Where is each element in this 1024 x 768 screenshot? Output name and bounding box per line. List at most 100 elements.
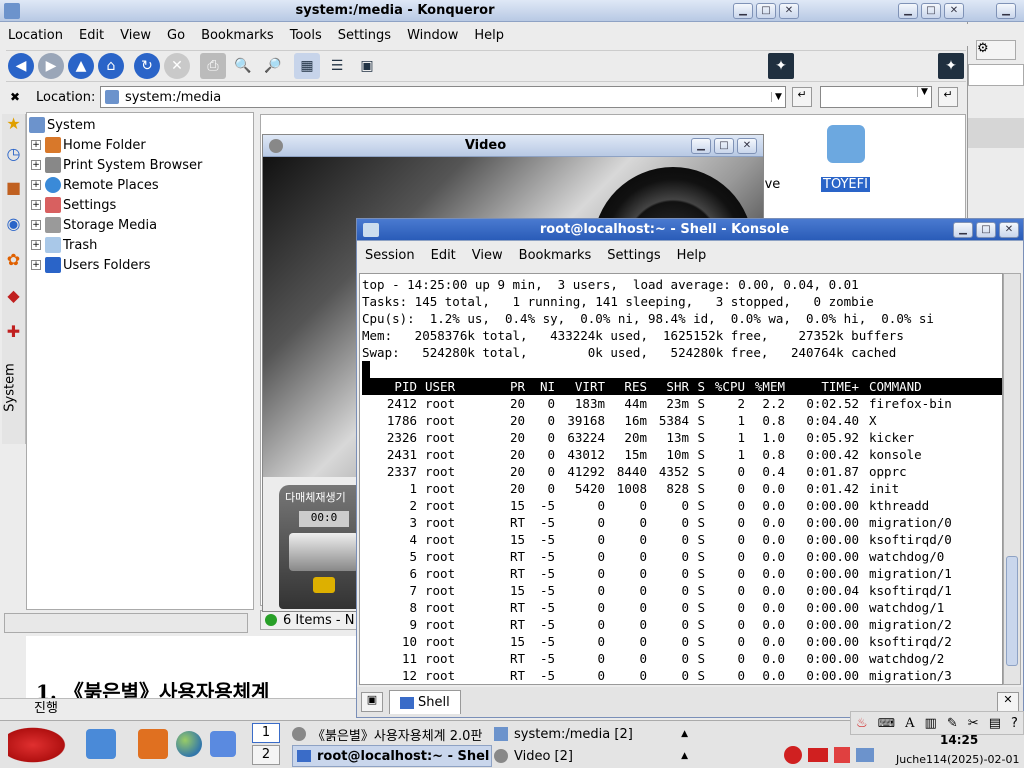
konqueror-titlebar[interactable]: system:/media - Konqueror ▁ □ ✕ ▁ □ ✕ (0, 0, 968, 22)
menu-help[interactable]: Help (466, 28, 512, 43)
forward-icon[interactable]: ▶ (38, 53, 64, 79)
fire-icon[interactable]: ♨ (856, 716, 868, 731)
usb-drive-icon[interactable] (827, 125, 865, 163)
menu-tools[interactable]: Tools (282, 28, 330, 43)
maximize-button[interactable]: □ (756, 2, 776, 19)
sidebar-tab-system[interactable]: System (2, 358, 25, 418)
reload-icon[interactable]: ↻ (134, 53, 160, 79)
alert-tray-icon[interactable] (834, 747, 850, 763)
tab-shell[interactable]: Shell (389, 690, 461, 714)
menu-edit[interactable]: Edit (423, 248, 464, 263)
history-tab-icon[interactable]: ◷ (2, 144, 25, 178)
detail-view-icon[interactable]: ☰ (324, 53, 350, 79)
zoom-out-icon[interactable]: 🔎 (260, 53, 286, 79)
tree-item-storage-media[interactable]: + Storage Media (27, 215, 253, 235)
tree-item-users-folders[interactable]: + Users Folders (27, 255, 253, 275)
expand-icon[interactable]: + (31, 220, 41, 230)
network-tab-icon[interactable]: ◉ (2, 214, 25, 250)
location-dropdown-icon[interactable]: ▼ (771, 92, 785, 102)
location-dropdown-icon-2[interactable]: ▼ (917, 87, 931, 97)
close-button[interactable]: ✕ (737, 137, 757, 154)
text-icon[interactable]: A (905, 716, 914, 731)
task-group-arrow-icon[interactable]: ▲ (681, 751, 688, 761)
menu-go[interactable]: Go (159, 28, 193, 43)
stop-icon[interactable]: ✕ (164, 53, 190, 79)
task-document[interactable]: 《붉은별》사용자용체계 2.0판 (292, 723, 492, 745)
task-video[interactable]: Video [2] ▲ (494, 745, 688, 767)
menu-bookmarks[interactable]: Bookmarks (511, 248, 600, 263)
menu-bookmarks[interactable]: Bookmarks (193, 28, 282, 43)
tree-item-settings[interactable]: + Settings (27, 195, 253, 215)
trash-tab-icon[interactable]: ✚ (2, 322, 25, 358)
maximize-button[interactable]: □ (714, 137, 734, 154)
menu-session[interactable]: Session (357, 248, 423, 263)
network-tray-icon[interactable] (784, 746, 802, 764)
menu-settings[interactable]: Settings (330, 28, 399, 43)
office-launcher-icon[interactable] (138, 729, 168, 759)
desktop-2-button[interactable]: 2 (252, 745, 280, 765)
clear-location-icon[interactable]: ✖ (10, 90, 30, 104)
maximize-button[interactable]: □ (976, 221, 996, 238)
start-menu-icon[interactable] (8, 725, 70, 765)
tree-item-trash[interactable]: + Trash (27, 235, 253, 255)
konsole-titlebar[interactable]: root@localhost:~ - Shell - Konsole ▁ □ ✕ (357, 219, 1023, 241)
preview-icon[interactable]: ▣ (354, 53, 380, 79)
home-tab-icon[interactable]: ■ (2, 178, 25, 214)
scrollbar-thumb[interactable] (1006, 556, 1018, 666)
tree-item-print-system-browser[interactable]: + Print System Browser (27, 155, 253, 175)
charmap-icon[interactable]: ▥ (924, 716, 936, 731)
browser-launcher-icon[interactable] (176, 731, 202, 757)
expand-icon[interactable]: + (31, 200, 41, 210)
terminal-area[interactable]: top - 14:25:00 up 9 min, 3 users, load a… (359, 273, 1003, 685)
usb-tray-icon[interactable] (856, 748, 874, 762)
media-launcher-icon[interactable] (210, 731, 236, 757)
services-tab-icon[interactable]: ✿ (2, 250, 25, 286)
home-icon[interactable]: ⌂ (98, 53, 124, 79)
menu-view[interactable]: View (112, 28, 159, 43)
task-konsole[interactable]: root@localhost:~ - Shel (292, 745, 492, 767)
video-titlebar[interactable]: Video ▁ □ ✕ (263, 135, 763, 157)
back-icon[interactable]: ◀ (8, 53, 34, 79)
expand-icon[interactable]: + (31, 160, 41, 170)
minimize-button[interactable]: ▁ (953, 221, 973, 238)
up-icon[interactable]: ▲ (68, 53, 94, 79)
minimize-button[interactable]: ▁ (996, 2, 1016, 19)
media-label-toyefi[interactable]: TOYEFI (821, 177, 870, 192)
minimize-button[interactable]: ▁ (733, 2, 753, 19)
new-session-icon[interactable]: ▣ (361, 692, 383, 712)
search-field[interactable] (968, 64, 1024, 86)
maximize-button-2[interactable]: □ (921, 2, 941, 19)
close-button-2[interactable]: ✕ (944, 2, 964, 19)
menu-edit[interactable]: Edit (71, 28, 112, 43)
tree-item-system[interactable]: System (27, 115, 253, 135)
go-button-2[interactable]: ↵ (938, 87, 958, 107)
root-tab-icon[interactable]: ◆ (2, 286, 25, 322)
gear-icon[interactable]: ⚙ (976, 40, 1016, 60)
bookmarks-tab-icon[interactable]: ★ (2, 114, 25, 144)
clock[interactable]: 14:25 (940, 733, 978, 747)
flag-tray-icon[interactable] (808, 748, 828, 762)
menu-window[interactable]: Window (399, 28, 466, 43)
expand-icon[interactable]: + (31, 260, 41, 270)
paste-icon[interactable]: ▤ (989, 716, 1001, 731)
minimize-button[interactable]: ▁ (691, 137, 711, 154)
help-icon[interactable]: ? (1011, 716, 1018, 731)
tree-item-remote-places[interactable]: + Remote Places (27, 175, 253, 195)
menu-settings[interactable]: Settings (599, 248, 668, 263)
expand-icon[interactable]: + (31, 240, 41, 250)
task-konqueror[interactable]: system:/media [2] ▲ (494, 723, 688, 745)
player-play-button[interactable] (313, 577, 335, 593)
menu-help[interactable]: Help (669, 248, 715, 263)
close-session-icon[interactable]: ✕ (997, 692, 1019, 712)
tree-item-home-folder[interactable]: + Home Folder (27, 135, 253, 155)
location-input[interactable]: system:/media ▼ (100, 86, 786, 108)
note-icon[interactable]: ✎ (947, 716, 958, 731)
icon-view-icon[interactable]: ▦ (294, 53, 320, 79)
menu-location[interactable]: Location (0, 28, 71, 43)
expand-icon[interactable]: + (31, 180, 41, 190)
go-button[interactable]: ↵ (792, 87, 812, 107)
minimize-button-2[interactable]: ▁ (898, 2, 918, 19)
print-icon[interactable]: ⎙ (200, 53, 226, 79)
terminal-scrollbar[interactable] (1003, 273, 1021, 685)
menu-view[interactable]: View (464, 248, 511, 263)
